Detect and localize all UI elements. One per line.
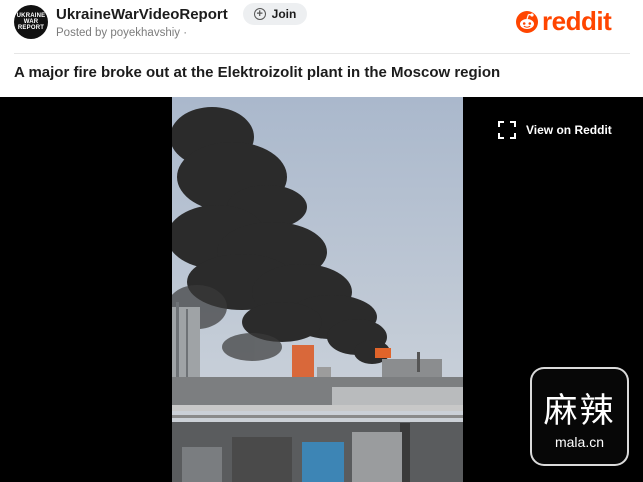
- reddit-alien-icon: [516, 10, 538, 33]
- community-avatar[interactable]: UKRAINE WAR REPORT: [14, 5, 48, 39]
- header-divider: [14, 53, 630, 54]
- join-label: Join: [271, 7, 297, 21]
- view-on-reddit-label: View on Reddit: [526, 123, 612, 137]
- view-on-reddit-link[interactable]: View on Reddit: [498, 121, 612, 139]
- reddit-logo[interactable]: reddit: [515, 6, 612, 37]
- post-header: UKRAINE WAR REPORT UkraineWarVideoReport…: [0, 0, 643, 52]
- posted-by: Posted by poyekhavshiy ·: [56, 27, 188, 39]
- reddit-wordmark: reddit: [542, 6, 612, 36]
- community-name[interactable]: UkraineWarVideoReport: [56, 6, 228, 23]
- watermark-han: 麻辣: [543, 391, 616, 431]
- post-title[interactable]: A major fire broke out at the Elektroizo…: [14, 64, 500, 81]
- plus-icon: +: [253, 8, 266, 20]
- join-button[interactable]: + Join: [243, 3, 307, 25]
- avatar-text-line-2: WAR REPORT: [17, 19, 45, 31]
- video-frame[interactable]: [172, 97, 463, 482]
- expand-icon: [498, 121, 516, 139]
- site-watermark: 麻辣 mala.cn: [530, 367, 629, 466]
- watermark-latin: mala.cn: [554, 434, 605, 450]
- video-frame-image: [172, 97, 463, 482]
- video-player[interactable]: View on Reddit 麻辣 mala.cn: [0, 97, 643, 482]
